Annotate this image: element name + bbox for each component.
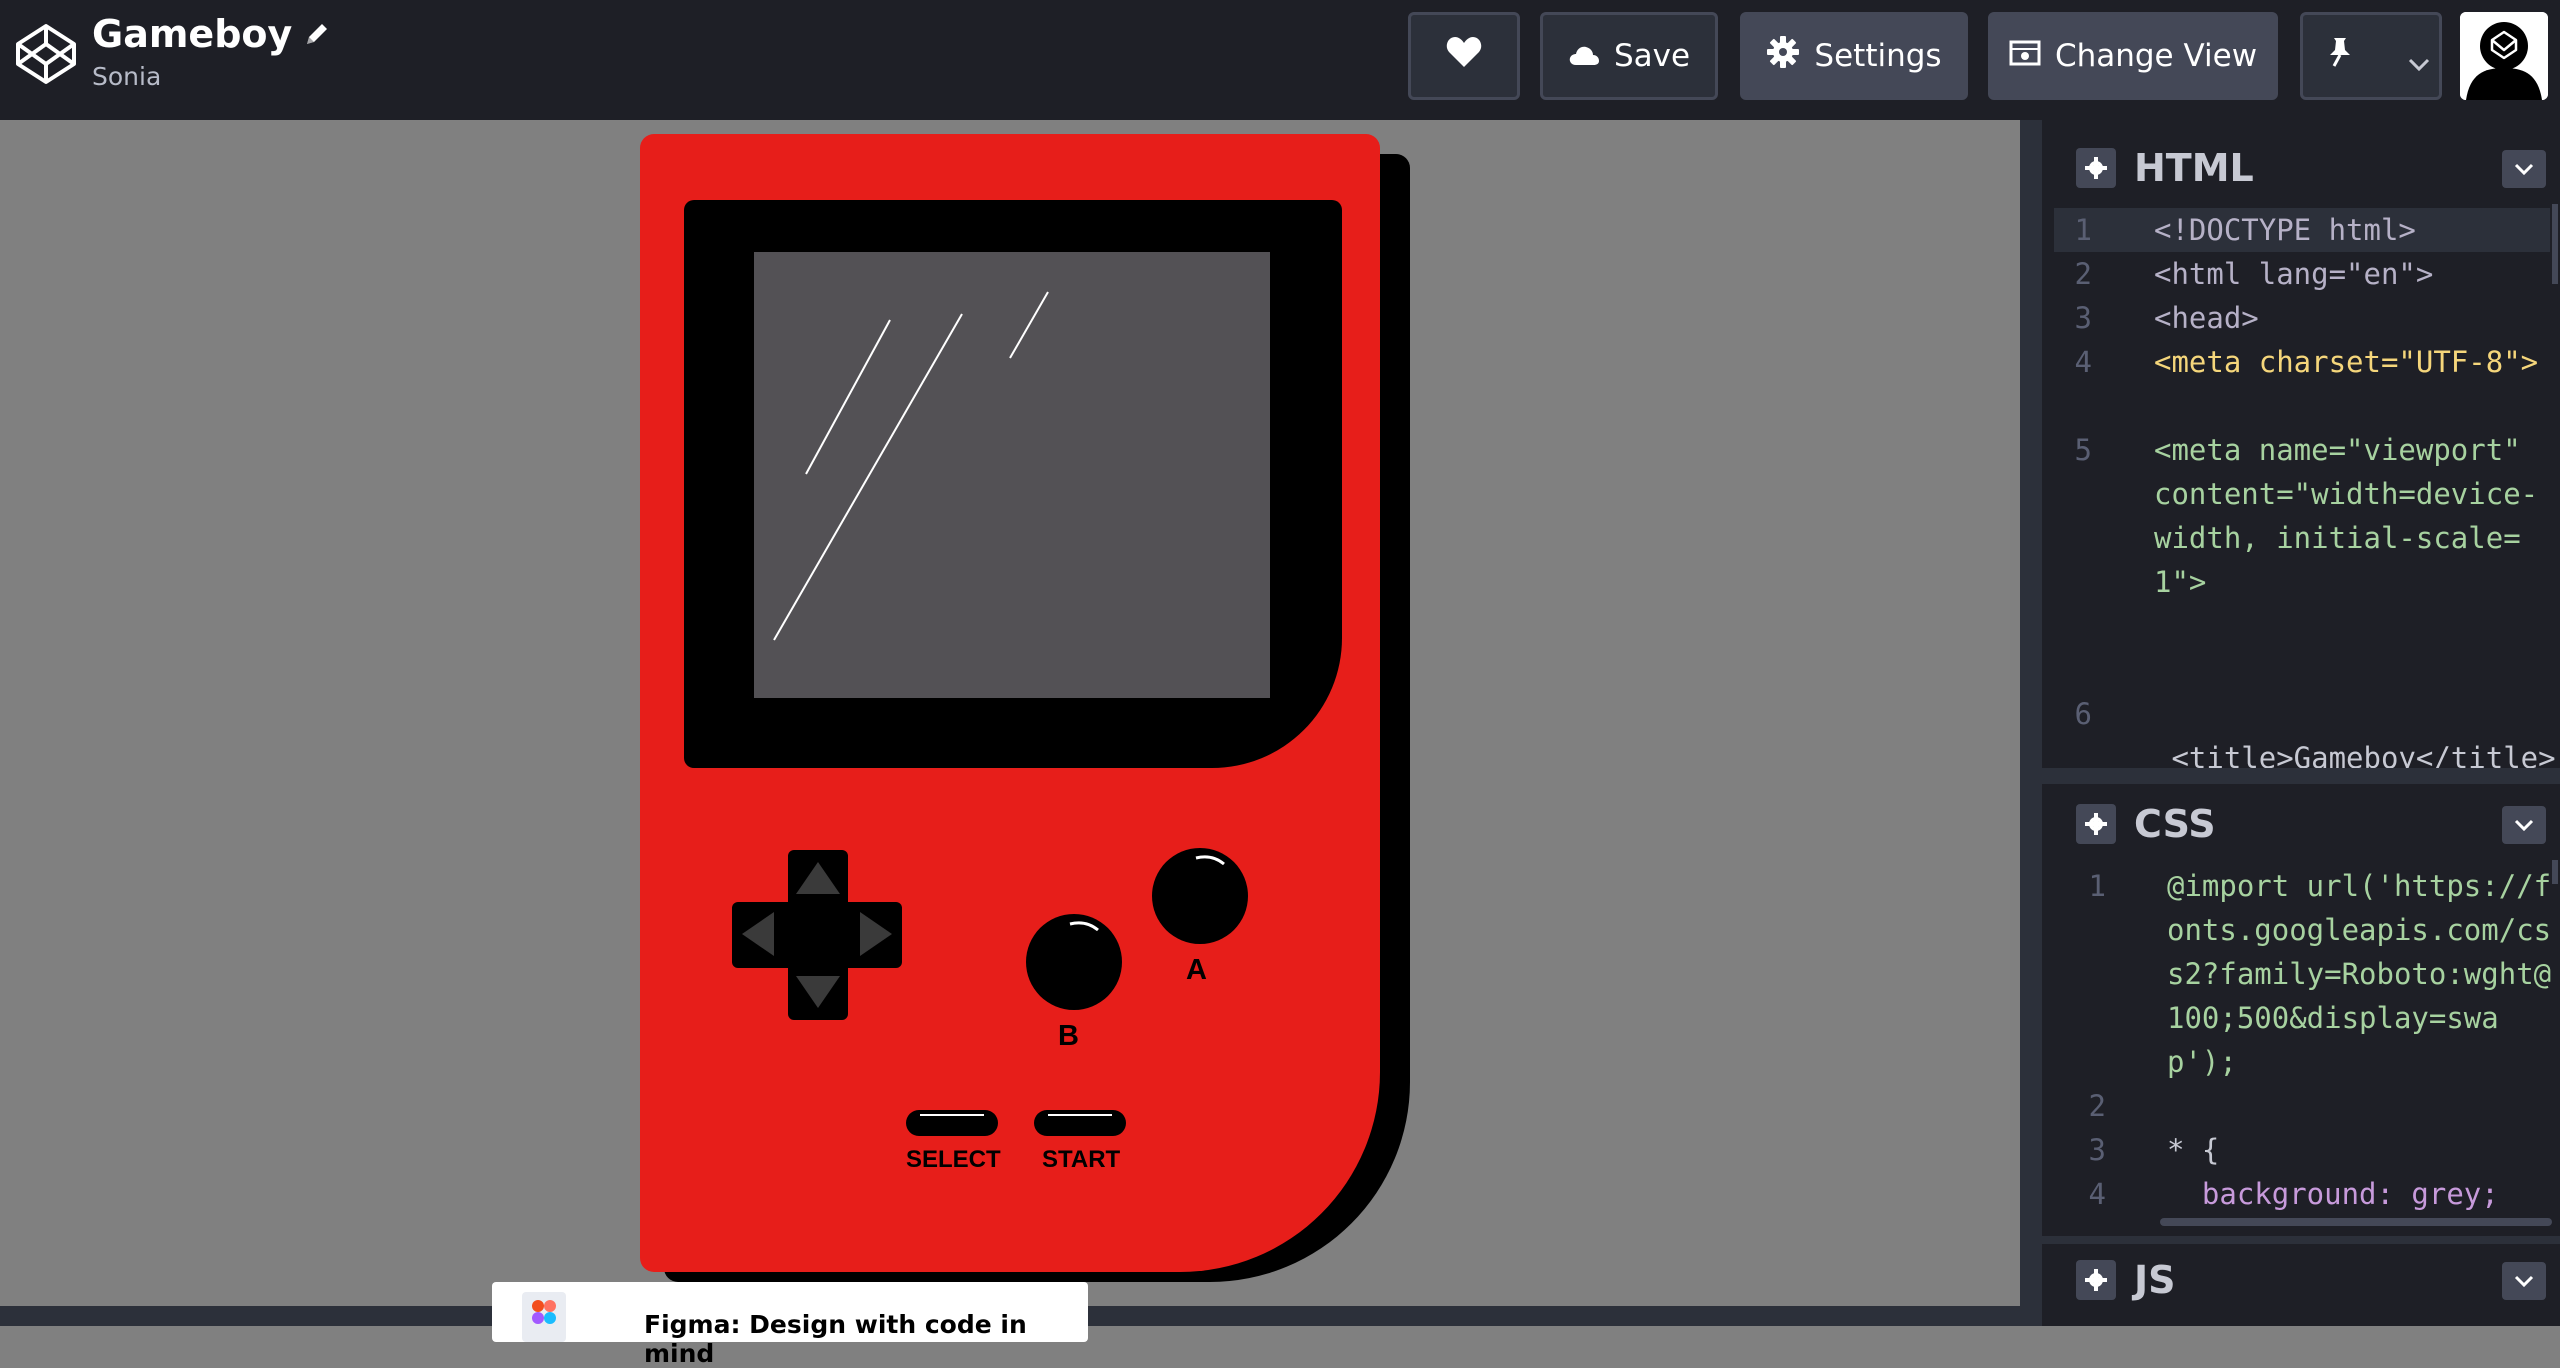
dpad-up-arrow-icon[interactable]: [792, 858, 844, 898]
line-number: 3: [2088, 1133, 2106, 1167]
select-label: SELECT: [906, 1146, 1001, 1173]
screen-bezel: [684, 200, 1342, 768]
code-line: @import url('https://fonts.googleapis.co…: [2167, 869, 2552, 1079]
select-button[interactable]: [906, 1110, 998, 1136]
save-label: Save: [1613, 38, 1691, 74]
code-line: <meta name="viewport" content="width=dev…: [2154, 433, 2539, 599]
line-number: 1: [2074, 213, 2092, 247]
code-line: <head>: [2154, 301, 2259, 335]
js-panel-chevron-down-icon[interactable]: [2502, 1262, 2546, 1300]
dpad-right-arrow-icon[interactable]: [856, 908, 896, 960]
pen-author[interactable]: Sonia: [92, 62, 330, 91]
pin-button[interactable]: [2300, 12, 2442, 100]
settings-label: Settings: [1814, 38, 1942, 74]
line-number: 2: [2088, 1089, 2106, 1123]
a-button[interactable]: [1152, 848, 1248, 944]
change-view-button[interactable]: Change View: [1988, 12, 2278, 100]
editor-pane: HTML 1 <!DOCTYPE html> 2 <html lang="en"…: [2020, 120, 2560, 1326]
css-code-editor[interactable]: 1 @import url('https://fonts.googleapis.…: [2042, 860, 2560, 1236]
js-settings-gear-icon[interactable]: [2076, 1260, 2116, 1300]
pin-icon: [2325, 36, 2355, 76]
codepen-logo-icon[interactable]: [14, 22, 78, 86]
js-panel-title: JS: [2134, 1258, 2176, 1302]
css-panel-chevron-down-icon[interactable]: [2502, 806, 2546, 844]
settings-button[interactable]: Settings: [1740, 12, 1968, 100]
pen-title[interactable]: Gameboy: [92, 12, 292, 56]
line-number: 5: [2074, 433, 2092, 467]
user-avatar[interactable]: [2460, 12, 2548, 100]
top-bar: Gameboy Sonia Save Settings Change View: [0, 0, 2560, 120]
css-settings-gear-icon[interactable]: [2076, 804, 2116, 844]
figma-icon: [522, 1292, 566, 1342]
gameboy-body: B A SELECT START: [640, 134, 1380, 1272]
gameboy-screen: [754, 252, 1270, 698]
css-panel-title: CSS: [2134, 802, 2216, 846]
css-horizontal-scrollbar[interactable]: [2160, 1218, 2552, 1226]
start-label: START: [1042, 1146, 1121, 1173]
html-panel-title: HTML: [2134, 146, 2254, 190]
line-number: 4: [2074, 345, 2092, 379]
line-number: 6: [2074, 697, 2092, 731]
code-line: * {: [2167, 1133, 2220, 1167]
layout-view-icon: [2009, 38, 2041, 74]
promo-toast[interactable]: Figma: Design with code in mind: [492, 1282, 1088, 1368]
code-line: <html lang="en">: [2154, 257, 2434, 291]
b-button-label: B: [1058, 1020, 1079, 1052]
dpad-left-arrow-icon[interactable]: [738, 908, 778, 960]
toast-text: Figma: Design with code in mind: [644, 1310, 1027, 1368]
love-button[interactable]: [1408, 12, 1520, 100]
line-number: 1: [2088, 869, 2106, 903]
start-button[interactable]: [1034, 1110, 1126, 1136]
a-button-label: A: [1186, 954, 1207, 986]
heart-icon: [1446, 36, 1482, 76]
dpad-down-arrow-icon[interactable]: [792, 972, 844, 1012]
gear-icon: [1766, 35, 1800, 77]
b-button[interactable]: [1026, 914, 1122, 1010]
save-button[interactable]: Save: [1540, 12, 1718, 100]
code-line: <meta charset="UTF-8">: [2154, 345, 2539, 379]
pen-title-area: Gameboy Sonia: [92, 12, 330, 91]
panel-divider[interactable]: [2020, 768, 2560, 784]
cloud-icon: [1568, 38, 1600, 74]
html-panel-header: HTML: [2042, 132, 2560, 204]
html-panel-chevron-down-icon[interactable]: [2502, 150, 2546, 188]
css-panel-header: CSS: [2042, 788, 2560, 860]
editor-resize-handle[interactable]: [2020, 120, 2042, 1326]
preview-pane: B A SELECT START: [0, 120, 2020, 1326]
js-panel-header: JS: [2042, 1244, 2560, 1316]
line-number: 4: [2088, 1177, 2106, 1211]
html-vertical-scrollbar[interactable]: [2552, 204, 2558, 284]
line-number: 3: [2074, 301, 2092, 335]
code-line: background: grey;: [2167, 1177, 2499, 1211]
pin-dropdown-chevron-icon[interactable]: [2407, 45, 2431, 81]
css-vertical-scrollbar[interactable]: [2552, 860, 2558, 884]
code-line: <!DOCTYPE html>: [2154, 213, 2416, 247]
html-settings-gear-icon[interactable]: [2076, 148, 2116, 188]
change-view-label: Change View: [2054, 38, 2258, 74]
edit-pencil-icon[interactable]: [304, 12, 330, 56]
line-number: 2: [2074, 257, 2092, 291]
